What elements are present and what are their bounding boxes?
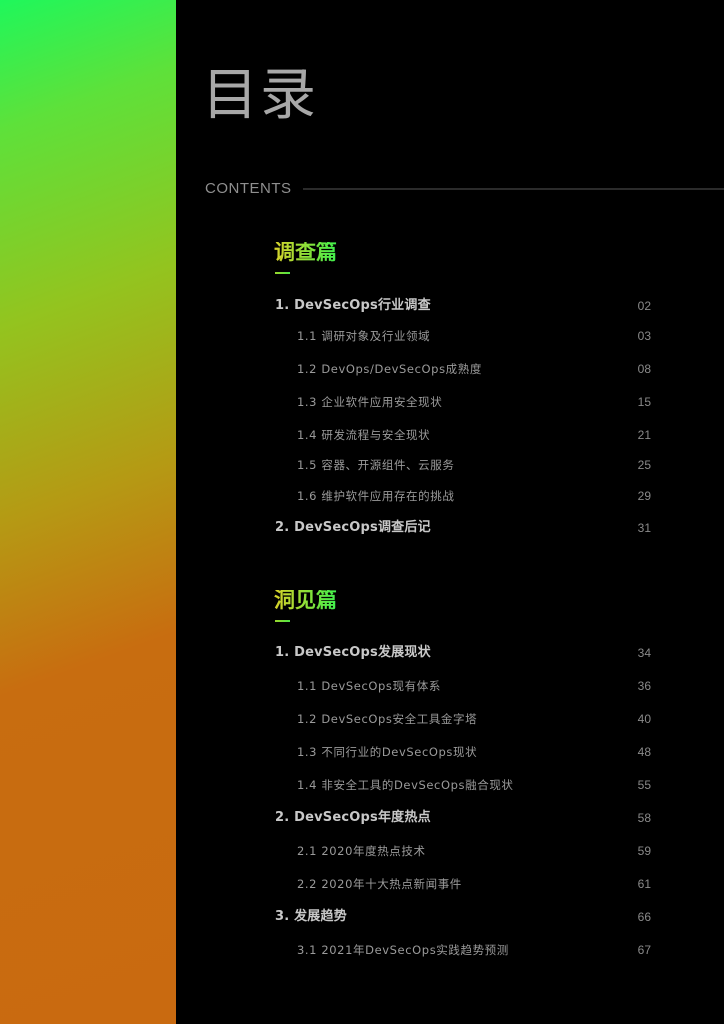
toc-entry[interactable]: 2. DevSecOps年度热点 58 [0, 809, 724, 827]
toc-entry[interactable]: 1.3 不同行业的DevSecOps现状 48 [0, 743, 724, 761]
toc-entry-page: 31 [637, 521, 651, 535]
toc-entry[interactable]: 2.1 2020年度热点技术 59 [0, 842, 724, 860]
toc-entry-page: 58 [637, 811, 651, 825]
section-underline [275, 620, 290, 622]
toc-entry-label: 3. 发展趋势 [275, 909, 347, 924]
toc-entry-page: 03 [637, 329, 651, 343]
toc-entry[interactable]: 1. DevSecOps发展现状 34 [0, 644, 724, 662]
toc-entry[interactable]: 1.3 企业软件应用安全现状 15 [0, 393, 724, 411]
section-underline [275, 272, 290, 274]
toc-entry-page: 61 [637, 877, 651, 891]
toc-page: 目录 CONTENTS 调查篇 1. DevSecOps行业调查 02 1.1 … [0, 0, 724, 1024]
toc-entry[interactable]: 1. DevSecOps行业调查 02 [0, 297, 724, 315]
toc-entry[interactable]: 1.2 DevOps/DevSecOps成熟度 08 [0, 360, 724, 378]
toc-entry[interactable]: 2.2 2020年十大热点新闻事件 61 [0, 875, 724, 893]
toc-entry-page: 55 [637, 778, 651, 792]
toc-entry[interactable]: 1.1 DevSecOps现有体系 36 [0, 677, 724, 695]
toc-entry-label: 1.4 非安全工具的DevSecOps融合现状 [297, 778, 514, 792]
toc-entry-page: 66 [637, 910, 651, 924]
toc-entry[interactable]: 3.1 2021年DevSecOps实践趋势预测 67 [0, 941, 724, 959]
toc-entry[interactable]: 1.2 DevSecOps安全工具金字塔 40 [0, 710, 724, 728]
toc-entry-label: 2. DevSecOps调查后记 [275, 520, 431, 535]
toc-entry-label: 2.1 2020年度热点技术 [297, 844, 426, 858]
toc-entry-page: 21 [637, 428, 651, 442]
toc-entry-label: 2.2 2020年十大热点新闻事件 [297, 877, 462, 891]
toc-entry[interactable]: 2. DevSecOps调查后记 31 [0, 519, 724, 537]
toc-entry-label: 1.2 DevOps/DevSecOps成熟度 [297, 362, 482, 376]
toc-entry-label: 1.2 DevSecOps安全工具金字塔 [297, 712, 478, 726]
toc-entry-page: 29 [637, 489, 651, 503]
toc-entry[interactable]: 1.1 调研对象及行业领域 03 [0, 327, 724, 345]
toc-entry[interactable]: 3. 发展趋势 66 [0, 908, 724, 926]
toc-entry-label: 1. DevSecOps发展现状 [275, 645, 431, 660]
gradient-side-band [0, 0, 176, 1024]
toc-entry[interactable]: 1.4 非安全工具的DevSecOps融合现状 55 [0, 776, 724, 794]
contents-divider [303, 188, 724, 190]
section-title-survey: 调查篇 [274, 240, 337, 264]
toc-entry-page: 36 [637, 679, 651, 693]
section-title-insights: 洞见篇 [274, 588, 337, 612]
toc-entry-page: 08 [637, 362, 651, 376]
toc-entry-page: 15 [637, 395, 651, 409]
contents-label: CONTENTS [205, 180, 292, 197]
toc-entry-page: 40 [637, 712, 651, 726]
toc-entry-label: 1.6 维护软件应用存在的挑战 [297, 489, 455, 503]
toc-entry[interactable]: 1.4 研发流程与安全现状 21 [0, 426, 724, 444]
toc-entry-page: 48 [637, 745, 651, 759]
page-title: 目录 [202, 63, 318, 128]
toc-entry[interactable]: 1.5 容器、开源组件、云服务 25 [0, 456, 724, 474]
toc-entry-page: 02 [637, 299, 651, 313]
toc-entry-page: 59 [637, 844, 651, 858]
toc-entry-label: 1.3 企业软件应用安全现状 [297, 395, 443, 409]
toc-entry-page: 67 [637, 943, 651, 957]
toc-entry-label: 1.1 DevSecOps现有体系 [297, 679, 441, 693]
toc-entry-label: 1.5 容器、开源组件、云服务 [297, 458, 455, 472]
toc-entry-label: 2. DevSecOps年度热点 [275, 810, 431, 825]
toc-entry-page: 34 [637, 646, 651, 660]
toc-entry-label: 1.3 不同行业的DevSecOps现状 [297, 745, 478, 759]
toc-entry-label: 3.1 2021年DevSecOps实践趋势预测 [297, 943, 509, 957]
toc-entry[interactable]: 1.6 维护软件应用存在的挑战 29 [0, 487, 724, 505]
toc-entry-label: 1.4 研发流程与安全现状 [297, 428, 431, 442]
toc-entry-label: 1.1 调研对象及行业领域 [297, 329, 431, 343]
toc-entry-page: 25 [637, 458, 651, 472]
toc-entry-label: 1. DevSecOps行业调查 [275, 298, 431, 313]
